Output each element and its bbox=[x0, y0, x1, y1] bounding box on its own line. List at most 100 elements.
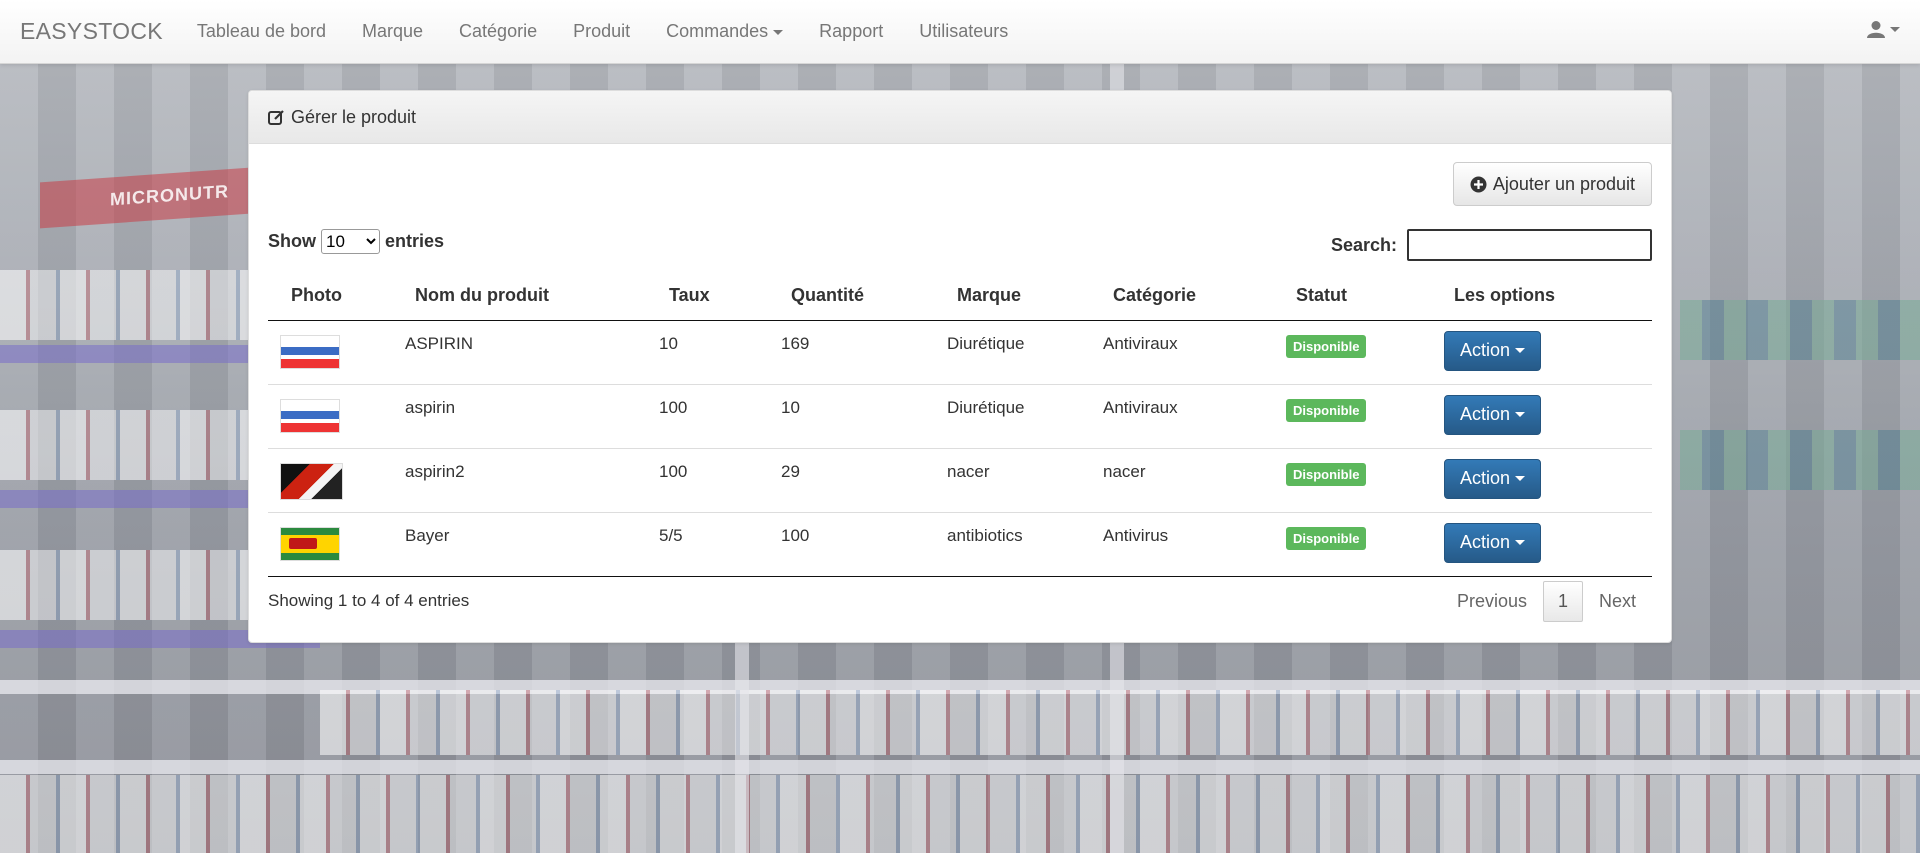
chevron-down-icon bbox=[1515, 348, 1526, 353]
photo-cell bbox=[268, 512, 392, 577]
column-header[interactable]: Taux bbox=[646, 272, 768, 321]
action-label: Action bbox=[1460, 532, 1511, 552]
pagination-previous[interactable]: Previous bbox=[1441, 581, 1543, 622]
chevron-down-icon bbox=[773, 29, 784, 35]
nav-commandes-dropdown[interactable]: Commandes bbox=[648, 21, 801, 42]
search-input[interactable] bbox=[1407, 229, 1652, 261]
status-cell: Disponible bbox=[1273, 512, 1431, 577]
status-badge: Disponible bbox=[1286, 334, 1367, 358]
shelf-products bbox=[0, 775, 1920, 853]
shelf-sign: MICRONUTR bbox=[40, 167, 250, 229]
status-cell: Disponible bbox=[1273, 320, 1431, 385]
product-taux: 10 bbox=[646, 320, 768, 385]
chevron-down-icon bbox=[1515, 476, 1526, 481]
manage-product-panel: Gérer le produit Ajouter un produit Show… bbox=[248, 90, 1672, 643]
column-header[interactable]: Photo bbox=[268, 272, 392, 321]
status-cell: Disponible bbox=[1273, 448, 1431, 513]
product-taux: 100 bbox=[646, 448, 768, 513]
nav-categorie[interactable]: Catégorie bbox=[441, 21, 555, 42]
add-product-label: Ajouter un produit bbox=[1492, 173, 1635, 194]
nav-dashboard[interactable]: Tableau de bord bbox=[179, 21, 344, 42]
edit-icon bbox=[268, 109, 284, 125]
entries-per-page-select[interactable]: 10 bbox=[321, 229, 380, 254]
photo-cell bbox=[268, 384, 392, 449]
product-name: aspirin bbox=[392, 384, 646, 449]
search-control: Search: bbox=[1331, 229, 1652, 261]
add-product-button[interactable]: Ajouter un produit bbox=[1452, 162, 1652, 206]
search-label: Search: bbox=[1330, 234, 1397, 255]
column-header[interactable]: Les options bbox=[1431, 272, 1652, 321]
action-dropdown-button[interactable]: Action bbox=[1444, 458, 1542, 499]
product-photo bbox=[280, 334, 340, 369]
brand-logo[interactable]: EASYSTOCK bbox=[20, 18, 163, 45]
panel-title: Gérer le produit bbox=[291, 106, 417, 127]
status-badge: Disponible bbox=[1286, 462, 1367, 486]
table-row: aspirin2 100 29 nacer nacer Disponible A… bbox=[268, 448, 1652, 513]
action-label: Action bbox=[1460, 404, 1511, 424]
column-header[interactable]: Marque bbox=[934, 272, 1090, 321]
product-quantite: 29 bbox=[768, 448, 934, 513]
status-badge: Disponible bbox=[1286, 526, 1367, 550]
table-header-row: Photo Nom du produit Taux Quantité Marqu… bbox=[268, 272, 1652, 321]
product-taux: 5/5 bbox=[646, 512, 768, 577]
entries-length-control: Show 10 entries bbox=[268, 229, 444, 254]
product-photo bbox=[280, 526, 340, 561]
options-cell: Action bbox=[1431, 512, 1652, 577]
panel-heading: Gérer le produit bbox=[249, 91, 1671, 144]
shelf bbox=[0, 760, 1920, 774]
product-name: ASPIRIN bbox=[392, 320, 646, 385]
nav-commandes-label: Commandes bbox=[666, 21, 769, 41]
action-label: Action bbox=[1460, 340, 1511, 360]
table-info: Showing 1 to 4 of 4 entries bbox=[268, 591, 470, 610]
product-photo bbox=[280, 462, 343, 500]
table-row: aspirin 100 10 Diurétique Antiviraux Dis… bbox=[268, 384, 1652, 449]
product-quantite: 169 bbox=[768, 320, 934, 385]
options-cell: Action bbox=[1431, 320, 1652, 385]
table-row: Bayer 5/5 100 antibiotics Antivirus Disp… bbox=[268, 512, 1652, 577]
product-quantite: 100 bbox=[768, 512, 934, 577]
chevron-down-icon bbox=[1515, 540, 1526, 545]
shelf-products bbox=[1680, 300, 1920, 360]
action-dropdown-button[interactable]: Action bbox=[1444, 522, 1542, 563]
chevron-down-icon bbox=[1890, 26, 1900, 32]
nav-produit[interactable]: Produit bbox=[555, 21, 648, 42]
entries-label: entries bbox=[385, 231, 445, 251]
options-cell: Action bbox=[1431, 448, 1652, 513]
product-categorie: Antiviraux bbox=[1090, 320, 1273, 385]
photo-cell bbox=[268, 448, 392, 513]
nav-rapport[interactable]: Rapport bbox=[801, 21, 901, 42]
plus-circle-icon bbox=[1470, 176, 1487, 192]
nav-utilisateurs[interactable]: Utilisateurs bbox=[901, 21, 1026, 42]
show-label: Show bbox=[268, 231, 316, 251]
status-badge: Disponible bbox=[1286, 398, 1367, 422]
product-taux: 100 bbox=[646, 384, 768, 449]
product-name: Bayer bbox=[392, 512, 646, 577]
options-cell: Action bbox=[1431, 384, 1652, 449]
product-quantite: 10 bbox=[768, 384, 934, 449]
column-header[interactable]: Nom du produit bbox=[392, 272, 646, 321]
top-navbar: EASYSTOCK Tableau de bord Marque Catégor… bbox=[0, 0, 1920, 64]
product-categorie: nacer bbox=[1090, 448, 1273, 513]
product-photo bbox=[280, 398, 340, 433]
product-marque: Diurétique bbox=[934, 384, 1090, 449]
table-row: ASPIRIN 10 169 Diurétique Antiviraux Dis… bbox=[268, 320, 1652, 385]
column-header[interactable]: Statut bbox=[1273, 272, 1431, 321]
product-marque: antibiotics bbox=[934, 512, 1090, 577]
shelf-post bbox=[735, 640, 749, 853]
pagination-next[interactable]: Next bbox=[1583, 581, 1652, 622]
pagination-page-current[interactable]: 1 bbox=[1542, 581, 1583, 622]
product-name: aspirin2 bbox=[392, 448, 646, 513]
products-table: Photo Nom du produit Taux Quantité Marqu… bbox=[268, 272, 1652, 577]
shelf-products bbox=[1680, 430, 1920, 490]
user-icon bbox=[1867, 21, 1885, 38]
status-cell: Disponible bbox=[1273, 384, 1431, 449]
action-dropdown-button[interactable]: Action bbox=[1444, 394, 1542, 435]
column-header[interactable]: Quantité bbox=[768, 272, 934, 321]
nav-marque[interactable]: Marque bbox=[344, 21, 441, 42]
product-categorie: Antivirus bbox=[1090, 512, 1273, 577]
user-menu-dropdown[interactable] bbox=[1867, 20, 1900, 38]
action-dropdown-button[interactable]: Action bbox=[1444, 330, 1542, 371]
product-marque: Diurétique bbox=[934, 320, 1090, 385]
product-categorie: Antiviraux bbox=[1090, 384, 1273, 449]
column-header[interactable]: Catégorie bbox=[1090, 272, 1273, 321]
